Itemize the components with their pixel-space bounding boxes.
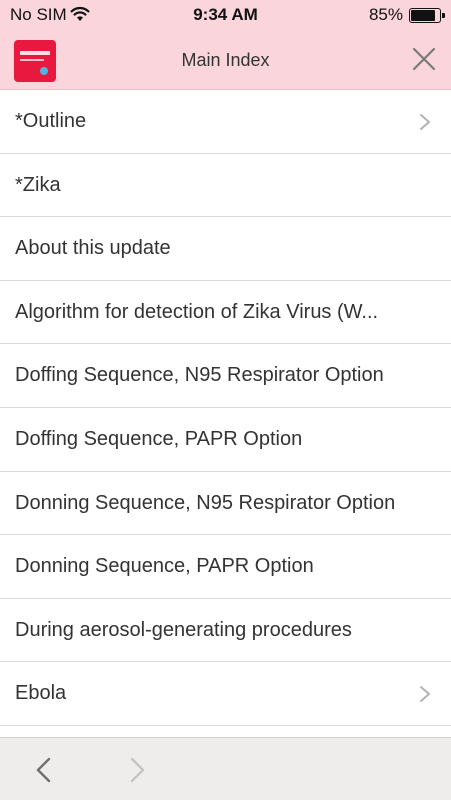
list-item-label: Doffing Sequence, PAPR Option: [15, 427, 303, 450]
list-item[interactable]: Algorithm for detection of Zika Virus (W…: [0, 281, 451, 345]
header: No SIM 9:34 AM 85% Main Index: [0, 0, 451, 90]
list-item[interactable]: Donning Sequence, N95 Respirator Option: [0, 472, 451, 536]
list-item[interactable]: *Zika: [0, 154, 451, 218]
list-item-label: Donning Sequence, PAPR Option: [15, 555, 314, 578]
list-item-label: Algorithm for detection of Zika Virus (W…: [15, 300, 379, 323]
status-bar: No SIM 9:34 AM 85%: [0, 0, 451, 30]
battery-nub: [442, 13, 445, 18]
close-icon[interactable]: [411, 46, 437, 72]
list-item-label: *Zika: [15, 173, 61, 196]
list-item-label: About this update: [15, 237, 171, 260]
index-list: *Outline *Zika About this update Algorithm …: [0, 90, 451, 726]
chevron-left-icon[interactable]: [34, 757, 54, 783]
list-item[interactable]: *Outline: [0, 90, 451, 154]
list-item[interactable]: Donning Sequence, PAPR Option: [0, 535, 451, 599]
chevron-right-icon: [420, 686, 430, 703]
chevron-right-icon: [420, 114, 430, 130]
list-item[interactable]: During aerosol-generating procedures: [0, 599, 451, 663]
navigation-bar: Main Index: [0, 30, 451, 90]
list-item[interactable]: Doffing Sequence, N95 Respirator Option: [0, 344, 451, 408]
list-item-label: Donning Sequence, N95 Respirator Option: [15, 491, 396, 514]
battery-percentage: 85%: [368, 5, 403, 24]
battery-fill: [411, 10, 435, 21]
list-item[interactable]: Doffing Sequence, PAPR Option: [0, 408, 451, 472]
list-item-label: Ebola: [15, 682, 67, 705]
page-title: Main Index: [181, 50, 270, 70]
list-item-label: *Outline: [15, 110, 87, 132]
list-item-label: During aerosol-generating procedures: [15, 618, 352, 641]
chevron-right-icon[interactable]: [127, 757, 147, 783]
battery-icon: [409, 8, 445, 23]
bottom-toolbar: [0, 737, 451, 800]
list-item[interactable]: About this update: [0, 217, 451, 281]
list-item[interactable]: Ebola: [0, 662, 451, 726]
list-item-label: Doffing Sequence, N95 Respirator Option: [15, 364, 384, 387]
